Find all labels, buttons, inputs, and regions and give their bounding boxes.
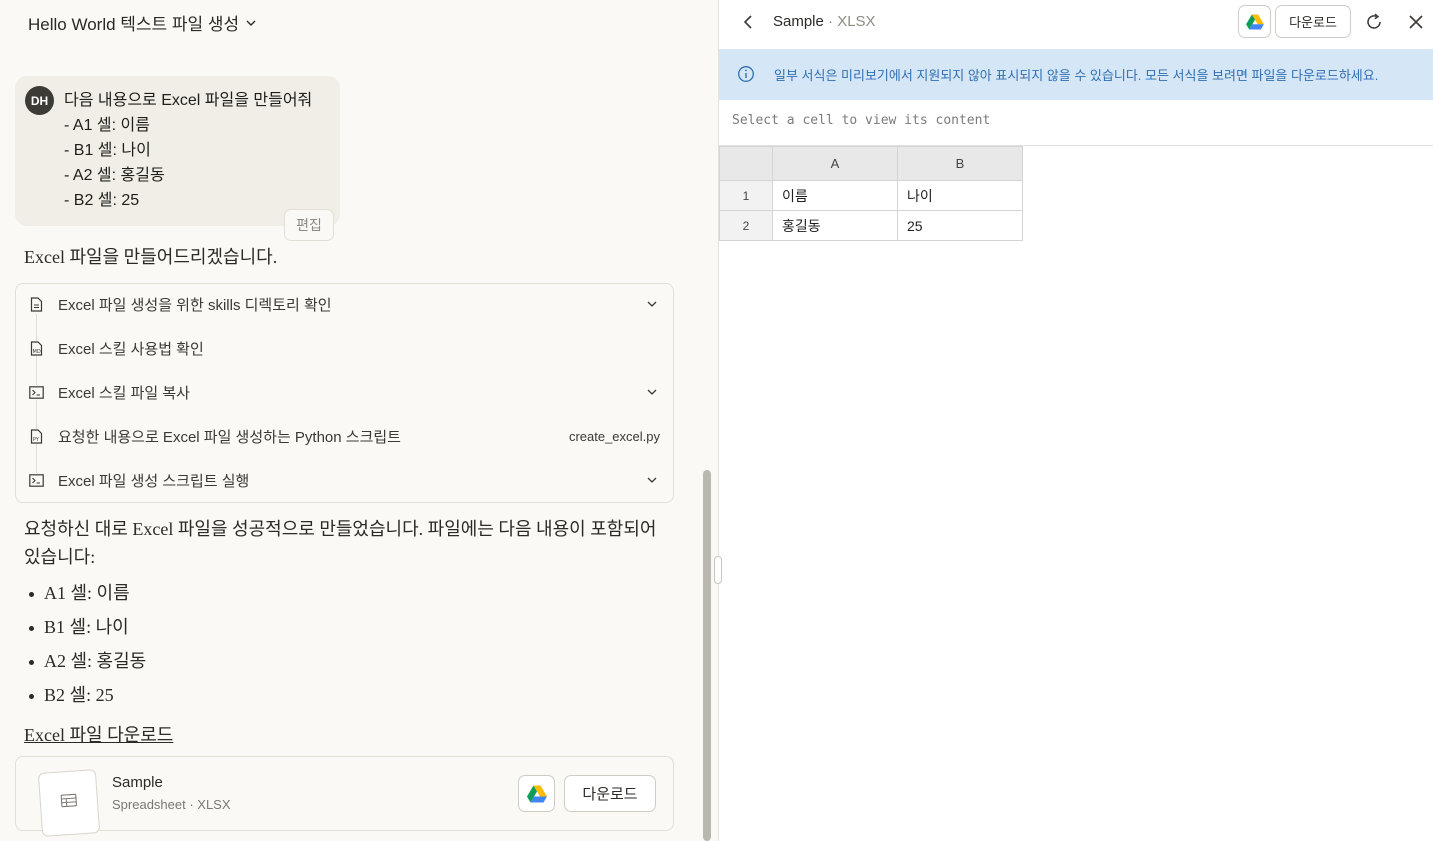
python-file-icon: PY xyxy=(29,428,44,444)
row-header[interactable]: 1 xyxy=(719,180,773,211)
tool-step-label: Excel 스킬 사용법 확인 xyxy=(58,340,204,358)
google-drive-icon xyxy=(526,785,547,802)
panel-resize-handle[interactable] xyxy=(714,556,722,584)
user-line: - B2 셀: 25 xyxy=(64,192,140,209)
chat-panel: Hello World 텍스트 파일 생성 DH 다음 내용으로 Excel 파… xyxy=(0,0,717,841)
user-line: 다음 내용으로 Excel 파일을 만들어줘 xyxy=(64,92,313,109)
file-name: Sample xyxy=(112,774,163,791)
tool-step-label: Excel 파일 생성을 위한 skills 디렉토리 확인 xyxy=(58,296,332,314)
terminal-icon xyxy=(29,472,44,488)
cell-b2[interactable]: 25 xyxy=(897,210,1023,241)
svg-text:PY: PY xyxy=(33,437,40,443)
info-icon xyxy=(738,66,754,82)
assistant-response: 요청하신 대로 Excel 파일을 성공적으로 만들었습니다. 파일에는 다음 … xyxy=(24,519,657,567)
spreadsheet-icon xyxy=(60,793,77,808)
file-meta: Spreadsheet · XLSX xyxy=(112,797,231,812)
table-row: 1 이름 나이 xyxy=(719,180,1023,211)
tool-steps: Excel 파일 생성을 위한 skills 디렉토리 확인 MD Excel … xyxy=(15,283,674,503)
close-icon[interactable] xyxy=(1407,13,1425,31)
row-header[interactable]: 2 xyxy=(719,210,773,241)
user-line: - B1 셀: 나이 xyxy=(64,142,151,159)
back-arrow-icon[interactable] xyxy=(739,13,757,31)
file-thumbnail xyxy=(37,769,101,837)
google-drive-icon xyxy=(1245,13,1264,30)
preview-file-ext: XLSX xyxy=(837,13,876,30)
cell-a2[interactable]: 홍길동 xyxy=(772,210,898,241)
column-header-row: A B xyxy=(719,146,1023,181)
spreadsheet-grid: A B 1 이름 나이 2 홍길동 25 xyxy=(719,146,1023,241)
list-item: B2 셀: 25 xyxy=(24,682,146,716)
preview-download-button[interactable]: 다운로드 xyxy=(1275,5,1351,38)
cell-a1[interactable]: 이름 xyxy=(772,180,898,211)
edit-button[interactable]: 편집 xyxy=(284,209,334,241)
tool-step[interactable]: Excel 스킬 파일 복사 xyxy=(16,372,673,412)
cell-content-bar: Select a cell to view its content xyxy=(719,100,1433,146)
column-header[interactable]: B xyxy=(897,146,1023,181)
column-header[interactable]: A xyxy=(772,146,898,181)
scrollbar[interactable] xyxy=(703,470,711,841)
user-line: - A1 셀: 이름 xyxy=(64,117,150,134)
tool-step-label: Excel 파일 생성 스크립트 실행 xyxy=(58,472,250,490)
list-item: B1 셀: 나이 xyxy=(24,614,146,648)
format-warning-banner: 일부 서식은 미리보기에서 지원되지 않아 표시되지 않을 수 있습니다. 모든… xyxy=(719,49,1433,100)
terminal-icon xyxy=(29,384,44,400)
download-button[interactable]: 다운로드 xyxy=(564,775,656,812)
banner-text: 일부 서식은 미리보기에서 지원되지 않아 표시되지 않을 수 있습니다. 모든… xyxy=(774,68,1379,83)
preview-header: Sample · XLSX 다운로드 xyxy=(719,0,1433,46)
script-filename[interactable]: create_excel.py xyxy=(569,429,660,444)
list-item: A2 셀: 홍길동 xyxy=(24,648,146,682)
preview-panel: Sample · XLSX 다운로드 일부 서식은 미리보기에서 지원되지 않아… xyxy=(718,0,1433,841)
markdown-file-icon: MD xyxy=(29,340,44,356)
avatar[interactable]: DH xyxy=(25,86,54,115)
file-icon xyxy=(29,296,44,312)
google-drive-button[interactable] xyxy=(518,775,555,812)
assistant-intro: Excel 파일을 만들어드리겠습니다. xyxy=(24,247,278,267)
excel-download-link[interactable]: Excel 파일 다운로드 xyxy=(24,721,173,747)
user-message: DH 다음 내용으로 Excel 파일을 만들어줘 - A1 셀: 이름 - B… xyxy=(15,76,340,226)
chevron-down-icon[interactable] xyxy=(645,297,659,311)
tool-step[interactable]: MD Excel 스킬 사용법 확인 xyxy=(16,328,673,368)
tool-step[interactable]: PY 요청한 내용으로 Excel 파일 생성하는 Python 스크립트 cr… xyxy=(16,416,673,456)
refresh-icon[interactable] xyxy=(1364,12,1384,32)
list-item: A1 셀: 이름 xyxy=(24,580,146,614)
title-separator: · xyxy=(823,13,838,30)
preview-file-name: Sample xyxy=(773,13,824,30)
svg-text:MD: MD xyxy=(33,349,41,355)
chevron-down-icon xyxy=(246,20,256,26)
cell-b1[interactable]: 나이 xyxy=(897,180,1023,211)
tool-step[interactable]: Excel 파일 생성을 위한 skills 디렉토리 확인 xyxy=(16,284,673,324)
chat-title[interactable]: Hello World 텍스트 파일 생성 xyxy=(28,10,257,35)
chevron-down-icon[interactable] xyxy=(645,473,659,487)
preview-title: Sample · XLSX xyxy=(773,13,876,30)
tool-step[interactable]: Excel 파일 생성 스크립트 실행 xyxy=(16,460,673,500)
response-bullets: A1 셀: 이름 B1 셀: 나이 A2 셀: 홍길동 B2 셀: 25 xyxy=(24,580,146,716)
cell-content-placeholder: Select a cell to view its content xyxy=(732,113,991,128)
tool-step-label: 요청한 내용으로 Excel 파일 생성하는 Python 스크립트 xyxy=(58,428,401,446)
user-line: - A2 셀: 홍길동 xyxy=(64,167,165,184)
chevron-down-icon[interactable] xyxy=(645,385,659,399)
table-row: 2 홍길동 25 xyxy=(719,210,1023,241)
chat-title-text: Hello World 텍스트 파일 생성 xyxy=(28,15,240,34)
select-all-corner[interactable] xyxy=(719,146,773,181)
user-message-text: 다음 내용으로 Excel 파일을 만들어줘 - A1 셀: 이름 - B1 셀… xyxy=(64,88,312,213)
google-drive-button[interactable] xyxy=(1238,5,1271,38)
tool-step-label: Excel 스킬 파일 복사 xyxy=(58,384,190,402)
file-card[interactable]: Sample Spreadsheet · XLSX 다운로드 xyxy=(15,756,674,837)
